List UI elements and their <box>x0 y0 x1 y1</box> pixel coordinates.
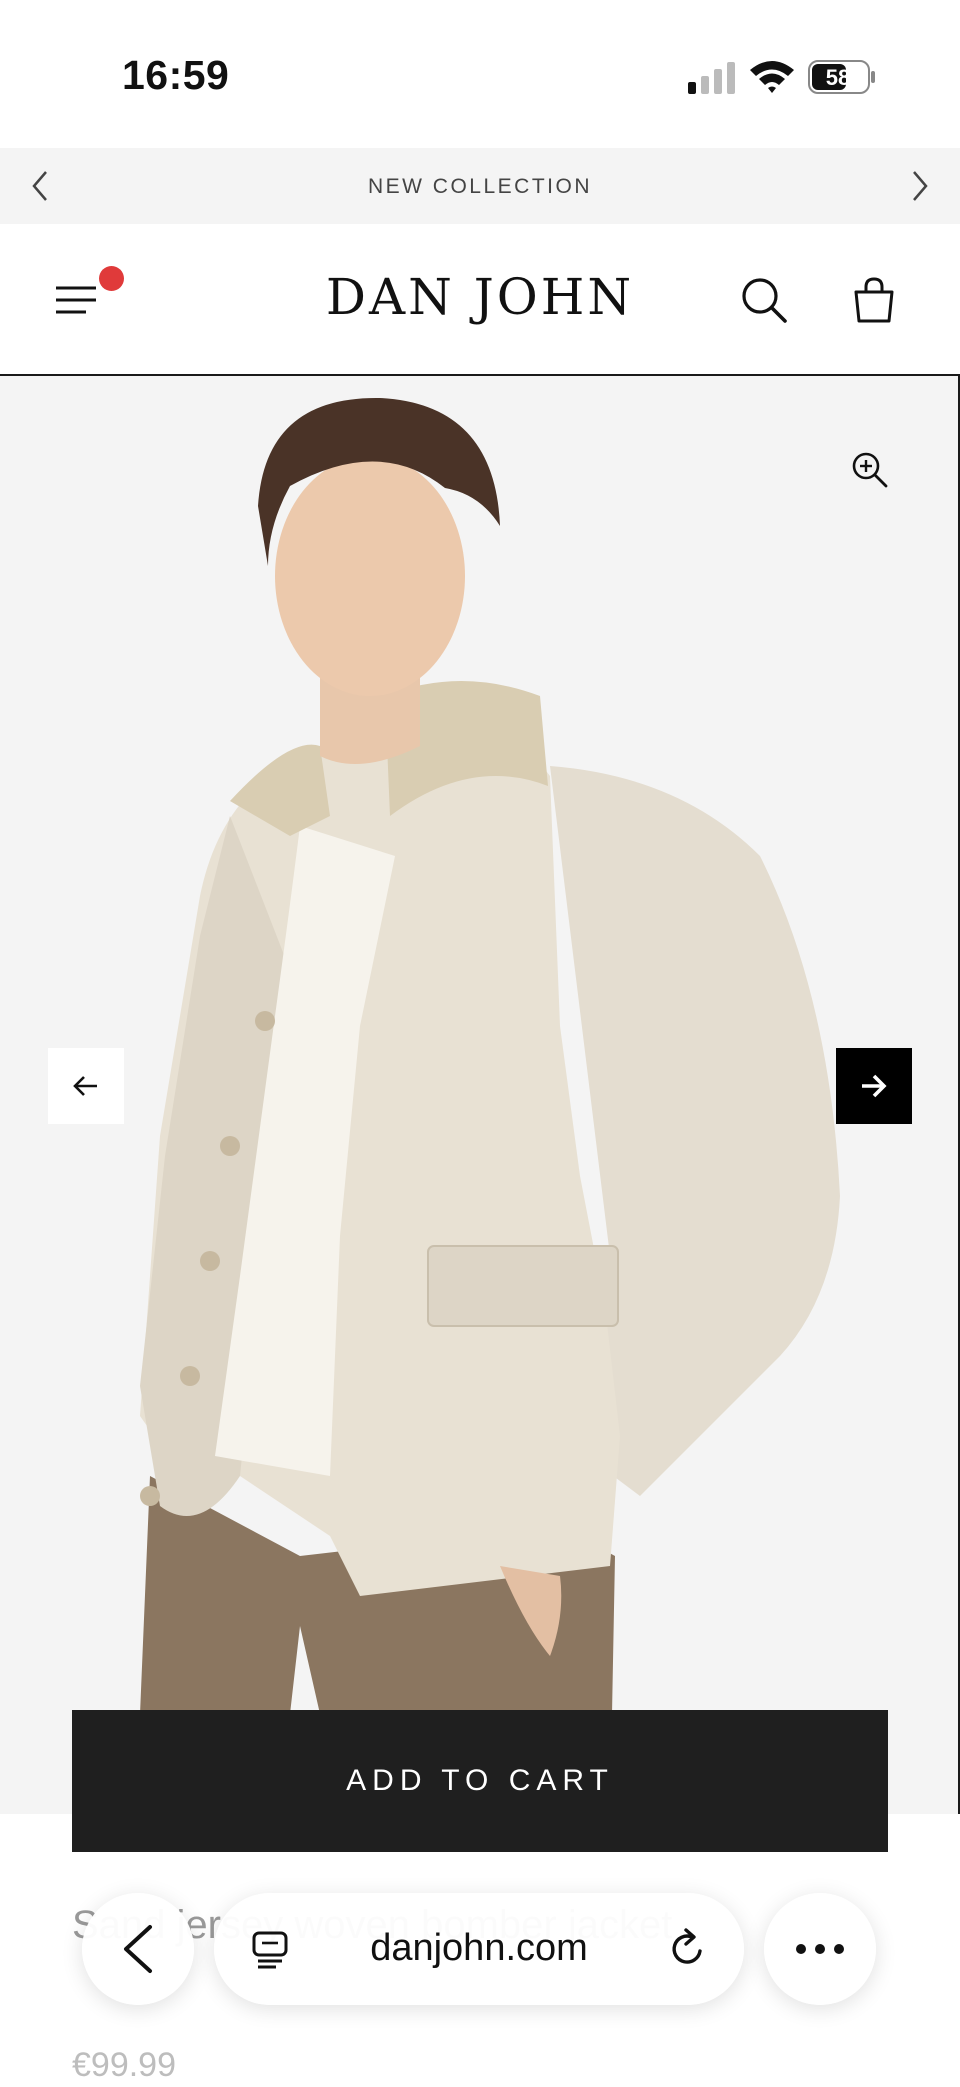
browser-back-button[interactable] <box>82 1893 194 2005</box>
browser-address-bar[interactable]: danjohn.com <box>214 1893 744 2005</box>
back-chevron-icon <box>124 1925 152 1973</box>
chevron-right-icon[interactable] <box>900 166 940 206</box>
more-icon <box>796 1944 844 1954</box>
reload-icon[interactable] <box>666 1927 710 1971</box>
product-image[interactable] <box>0 376 960 1814</box>
browser-url[interactable]: danjohn.com <box>214 1927 744 1970</box>
gallery-prev-button[interactable] <box>48 1048 124 1124</box>
arrow-left-icon <box>73 1076 97 1096</box>
status-bar: 16:59 58 <box>0 0 960 148</box>
battery-icon: 58 <box>808 60 875 94</box>
gallery-next-button[interactable] <box>836 1048 912 1124</box>
site-header: DAN JOHN <box>0 224 960 376</box>
battery-level: 58 <box>826 65 850 90</box>
announcement-bar: NEW COLLECTION <box>0 148 960 224</box>
cellular-signal-icon <box>688 62 735 94</box>
product-price: €99.99 <box>72 2046 176 2084</box>
product-gallery[interactable] <box>0 376 960 1814</box>
search-icon[interactable] <box>738 274 790 326</box>
zoom-in-icon[interactable] <box>848 448 890 490</box>
brand-logo[interactable]: DAN JOHN <box>0 268 960 326</box>
shopping-bag-icon[interactable] <box>848 274 900 326</box>
wifi-icon <box>750 61 794 93</box>
status-time: 16:59 <box>122 52 230 98</box>
add-to-cart-button[interactable]: ADD TO CART <box>72 1710 888 1852</box>
browser-more-button[interactable] <box>764 1893 876 2005</box>
arrow-right-icon <box>862 1074 887 1098</box>
announcement-text: NEW COLLECTION <box>367 175 593 198</box>
